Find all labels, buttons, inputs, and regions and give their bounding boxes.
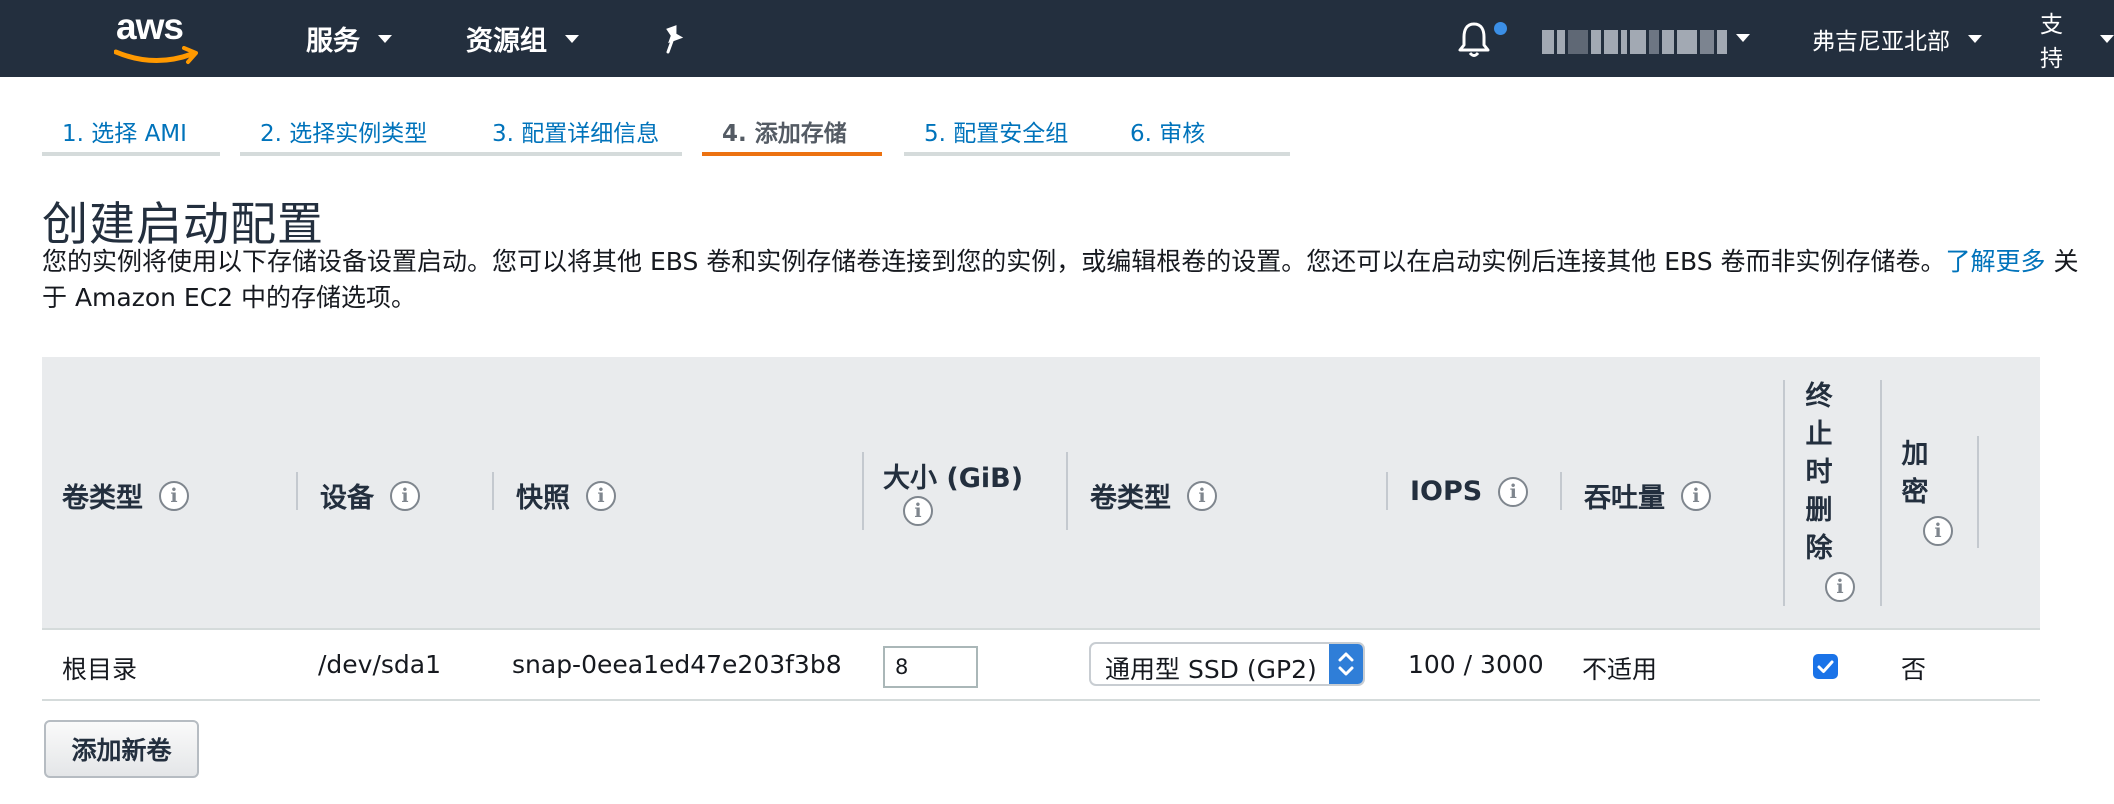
header-char: 除 — [1805, 533, 1833, 564]
row-bottom-border — [42, 699, 2040, 701]
smile-arrow-icon — [114, 46, 198, 64]
header-label: 快照 — [516, 483, 570, 514]
top-nav-bar: aws 服务 资源组 弗吉尼亚北部 支持 — [0, 0, 2114, 77]
header-char: 时 — [1805, 457, 1833, 488]
resource-groups-menu[interactable]: 资源组 — [466, 0, 579, 77]
row-top-border — [42, 628, 2040, 630]
header-label: 设备 — [320, 483, 374, 514]
support-menu[interactable]: 支持 — [2040, 0, 2114, 77]
region-label: 弗吉尼亚北部 — [1812, 28, 1950, 55]
tab-label: 6. 审核 — [1130, 121, 1206, 147]
tab-security-group[interactable]: 5. 配置安全组 — [904, 110, 1132, 156]
column-divider — [1977, 436, 1979, 548]
column-divider — [1783, 380, 1785, 606]
logo-text: aws — [116, 6, 184, 47]
header-size: 大小 (GiB) — [883, 456, 1023, 495]
tab-label: 5. 配置安全组 — [924, 121, 1069, 147]
notification-dot — [1494, 22, 1507, 35]
pin-icon[interactable] — [658, 24, 688, 54]
tab-label: 4. 添加存储 — [722, 121, 847, 147]
info-icon[interactable]: i — [1825, 572, 1855, 602]
header-char: 密 — [1901, 477, 1929, 508]
delete-on-termination-checkbox[interactable] — [1813, 654, 1838, 679]
updown-icon — [1338, 652, 1354, 676]
chevron-down-icon — [565, 34, 579, 43]
resource-groups-label: 资源组 — [466, 26, 547, 57]
cell-iops: 100 / 3000 — [1408, 650, 1544, 679]
description-text: 您的实例将使用以下存储设备设置启动。您可以将其他 EBS 卷和实例存储卷连接到您… — [42, 247, 1946, 276]
header-label: 卷类型 — [62, 483, 143, 514]
tab-instance-type[interactable]: 2. 选择实例类型 — [240, 110, 494, 156]
checkmark-icon — [1817, 660, 1834, 673]
header-label: 吞吐量 — [1584, 483, 1665, 514]
services-menu[interactable]: 服务 — [306, 0, 392, 77]
services-label: 服务 — [306, 26, 360, 57]
bell-icon[interactable] — [1456, 20, 1492, 60]
select-arrows-icon — [1329, 644, 1363, 684]
account-menu[interactable] — [1542, 30, 1727, 54]
header-snapshot: 快照 i — [516, 476, 616, 515]
info-icon[interactable]: i — [1681, 480, 1711, 511]
header-char: 加 — [1901, 439, 1929, 470]
column-divider — [1560, 472, 1562, 510]
info-icon[interactable]: i — [1187, 480, 1217, 511]
info-icon[interactable]: i — [159, 480, 189, 511]
header-throughput: 吞吐量 i — [1584, 476, 1711, 515]
cell-volume: 根目录 — [62, 655, 138, 684]
header-volume: 卷类型 i — [62, 476, 189, 515]
header-char: 删 — [1805, 495, 1833, 526]
tab-label: 1. 选择 AMI — [62, 121, 187, 147]
column-divider — [296, 472, 298, 510]
volume-type-select[interactable]: 通用型 SSD (GP2) — [1089, 642, 1365, 686]
header-encrypted: 加 密 — [1900, 436, 1930, 512]
info-icon[interactable]: i — [586, 480, 616, 511]
tab-add-storage[interactable]: 4. 添加存储 — [702, 110, 882, 156]
tab-label: 2. 选择实例类型 — [260, 121, 428, 147]
tab-review[interactable]: 6. 审核 — [1110, 110, 1290, 156]
header-label: 大小 (GiB) — [883, 463, 1024, 494]
aws-logo[interactable]: aws — [112, 6, 202, 68]
support-label: 支持 — [2040, 11, 2063, 72]
chevron-down-icon[interactable] — [1736, 34, 1750, 42]
column-divider — [1066, 452, 1068, 530]
header-volume-type: 卷类型 i — [1090, 476, 1217, 515]
column-divider — [492, 472, 494, 510]
chevron-down-icon — [378, 34, 392, 43]
tab-configure-details[interactable]: 3. 配置详细信息 — [472, 110, 682, 156]
volume-type-value: 通用型 SSD (GP2) — [1105, 655, 1317, 684]
column-divider — [1880, 380, 1882, 606]
cell-device: /dev/sda1 — [318, 650, 442, 679]
tab-label: 3. 配置详细信息 — [492, 121, 660, 147]
add-volume-button[interactable]: 添加新卷 — [44, 720, 199, 778]
info-icon[interactable]: i — [1923, 516, 1953, 546]
header-delete-on-termination: 终 止 时 删 除 — [1804, 378, 1834, 568]
cell-encrypted: 否 — [1901, 655, 1927, 684]
header-device: 设备 i — [320, 476, 420, 515]
column-divider — [862, 452, 864, 530]
header-char: 止 — [1805, 419, 1833, 450]
cell-snapshot: snap-0eea1ed47e203f3b8 — [512, 650, 842, 679]
header-iops: IOPS i — [1410, 476, 1529, 507]
header-label: IOPS — [1410, 476, 1483, 507]
region-menu[interactable]: 弗吉尼亚北部 — [1812, 0, 1982, 77]
chevron-down-icon — [2100, 34, 2114, 43]
cell-throughput: 不适用 — [1582, 655, 1658, 684]
info-icon[interactable]: i — [390, 480, 420, 511]
header-label: 卷类型 — [1090, 483, 1171, 514]
column-divider — [1386, 472, 1388, 510]
chevron-down-icon — [1968, 34, 1982, 43]
page-description: 您的实例将使用以下存储设备设置启动。您可以将其他 EBS 卷和实例存储卷连接到您… — [42, 244, 2082, 316]
size-input[interactable] — [883, 646, 978, 688]
learn-more-link[interactable]: 了解更多 — [1946, 247, 2046, 276]
info-icon[interactable]: i — [903, 496, 933, 526]
info-icon[interactable]: i — [1498, 476, 1529, 507]
tab-choose-ami[interactable]: 1. 选择 AMI — [42, 110, 220, 156]
header-char: 终 — [1805, 381, 1833, 412]
